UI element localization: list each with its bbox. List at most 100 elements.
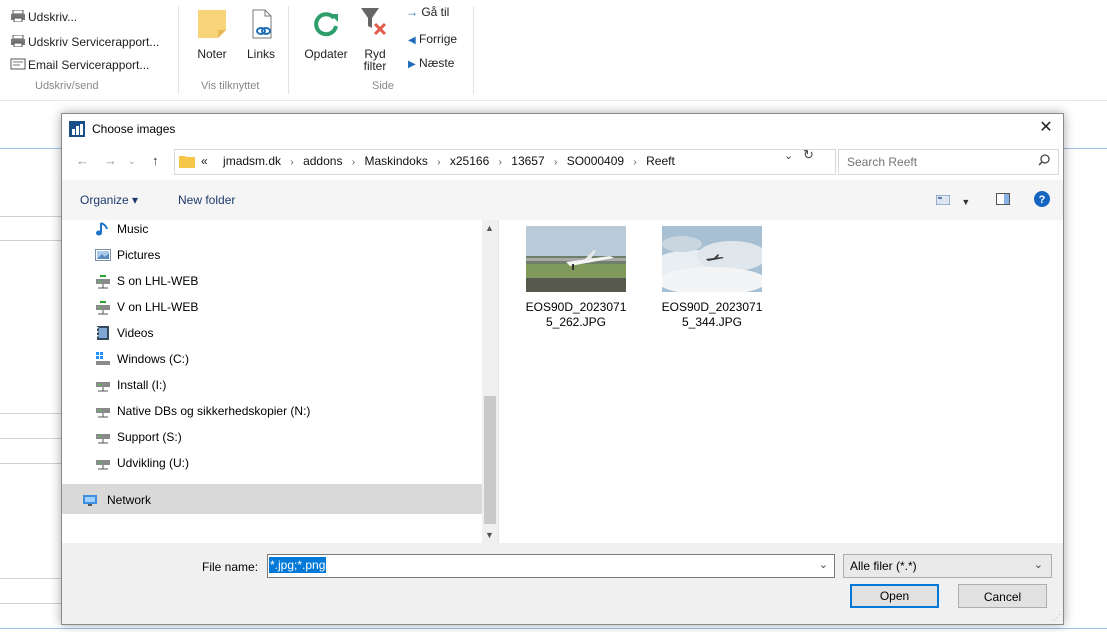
- links-label: Links: [246, 47, 275, 61]
- print-service-report-label: Udskriv Servicerapport...: [28, 35, 160, 49]
- tree-item-label: Install (I:): [117, 378, 167, 392]
- tree-item-native-dbs-n[interactable]: Native DBs og sikkerhedskopier (N:): [62, 398, 482, 424]
- tree-item-udvikling-u[interactable]: Udvikling (U:): [62, 450, 482, 476]
- resize-grip-icon[interactable]: ⋰: [1053, 613, 1061, 622]
- address-dropdown-button[interactable]: ⌄: [784, 149, 793, 162]
- notes-button[interactable]: Noter: [192, 8, 232, 60]
- change-view-button[interactable]: ▼: [935, 194, 971, 208]
- scroll-down-icon[interactable]: ▼: [485, 530, 494, 540]
- triangle-right-icon: ▶: [408, 59, 416, 70]
- preview-pane-button[interactable]: [996, 193, 1010, 208]
- search-input[interactable]: [845, 154, 1029, 170]
- tree-item-s-drive[interactable]: S on LHL-WEB: [62, 268, 482, 294]
- file-type-select[interactable]: Alle filer (*.*) ⌄: [843, 554, 1052, 578]
- breadcrumb: « jmadsm.dk › addons › Maskindoks › x251…: [201, 154, 675, 168]
- view-icon: [935, 194, 951, 206]
- chevron-right-icon: ›: [437, 157, 441, 168]
- new-folder-button[interactable]: New folder: [178, 193, 235, 207]
- title-bar: Choose images ✕: [62, 114, 1063, 144]
- breadcrumb-item[interactable]: jmadsm.dk: [223, 154, 281, 168]
- ribbon-separator: [288, 6, 289, 94]
- organize-button[interactable]: Organize ▾: [80, 193, 138, 207]
- tree-item-support-s[interactable]: Support (S:): [62, 424, 482, 450]
- network-icon: [83, 495, 97, 506]
- tree-scrollbar[interactable]: ▲ ▼: [482, 220, 498, 543]
- breadcrumb-item[interactable]: SO000409: [567, 154, 624, 168]
- breadcrumb-item[interactable]: Reeft: [646, 154, 675, 168]
- breadcrumb-item[interactable]: 13657: [511, 154, 544, 168]
- scroll-up-icon[interactable]: ▲: [485, 223, 494, 233]
- cancel-button[interactable]: Cancel: [958, 584, 1047, 608]
- tree-item-v-drive[interactable]: V on LHL-WEB: [62, 294, 482, 320]
- refresh-button[interactable]: Opdater: [300, 8, 352, 60]
- tree-item-music[interactable]: Music: [62, 220, 482, 242]
- file-name: EOS90D_20230715_344.JPG: [661, 300, 763, 329]
- dialog-footer: File name: *.jpg;*.png ⌄ Alle filer (*.*…: [62, 543, 1063, 624]
- refresh-icon: [314, 12, 338, 37]
- goto-button[interactable]: → Gå til: [406, 5, 449, 19]
- svg-text:?: ?: [1039, 194, 1046, 206]
- address-bar[interactable]: « jmadsm.dk › addons › Maskindoks › x251…: [174, 149, 836, 175]
- chevron-right-icon: ›: [554, 157, 558, 168]
- navigation-pane: Music Pictures S on LHL-WEB V on LHL-WEB…: [62, 220, 498, 543]
- up-button[interactable]: ↑: [152, 153, 159, 168]
- background-field-line: [0, 413, 62, 414]
- search-box[interactable]: [838, 149, 1059, 175]
- scrollbar-thumb[interactable]: [484, 396, 496, 524]
- background-field-line: [0, 463, 62, 464]
- close-button[interactable]: ✕: [1035, 117, 1057, 139]
- ribbon-separator: [473, 6, 474, 94]
- file-item[interactable]: EOS90D_20230715_344.JPG: [660, 226, 764, 330]
- file-type-value: Alle filer (*.*): [850, 559, 917, 573]
- ribbon-separator: [178, 6, 179, 94]
- print-button[interactable]: Udskriv...: [10, 10, 77, 24]
- open-button[interactable]: Open: [850, 584, 939, 608]
- ribbon-bottom-border: [0, 100, 1107, 101]
- command-bar: Organize ▾ New folder ▼ ?: [62, 180, 1063, 221]
- previous-button[interactable]: ◀ Forrige: [408, 32, 457, 46]
- clear-filter-label-2: filter: [363, 59, 387, 73]
- next-label: Næste: [419, 56, 455, 70]
- back-button[interactable]: ←: [76, 153, 89, 168]
- breadcrumb-item[interactable]: addons: [303, 154, 342, 168]
- tree-item-windows-c[interactable]: Windows (C:): [62, 346, 482, 372]
- forward-button[interactable]: →: [104, 153, 117, 168]
- next-button[interactable]: ▶ Næste: [408, 56, 454, 70]
- tree-item-network[interactable]: Network: [62, 484, 482, 514]
- arrow-right-icon: →: [406, 5, 418, 19]
- email-service-report-button[interactable]: Email Servicerapport...: [10, 58, 149, 72]
- print-service-report-button[interactable]: Udskriv Servicerapport...: [10, 35, 159, 49]
- breadcrumb-item[interactable]: x25166: [450, 154, 489, 168]
- file-name-value[interactable]: *.jpg;*.png: [269, 557, 327, 573]
- refresh-address-button[interactable]: ↻: [803, 147, 814, 163]
- tree-item-label: Support (S:): [117, 430, 182, 444]
- chevron-down-icon[interactable]: ⌄: [819, 558, 828, 571]
- arrow-right-icon: →: [104, 153, 117, 168]
- tree-item-pictures[interactable]: Pictures: [62, 242, 482, 268]
- recent-locations-button[interactable]: ⌄: [128, 156, 136, 167]
- file-name-field[interactable]: *.jpg;*.png ⌄: [267, 554, 835, 578]
- background-field-line: [0, 603, 62, 604]
- network-drive-icon: [96, 275, 110, 289]
- chevron-down-icon: ⌄: [128, 156, 136, 166]
- ribbon: Udskriv... Udskriv Servicerapport... Ema…: [0, 0, 1107, 100]
- breadcrumb-overflow[interactable]: «: [201, 154, 208, 168]
- tree-item-label: Pictures: [117, 248, 161, 262]
- tree-item-label: V on LHL-WEB: [117, 300, 199, 314]
- help-button[interactable]: ?: [1034, 191, 1050, 210]
- tree-item-install-i[interactable]: Install (I:): [62, 372, 482, 398]
- goto-label: Gå til: [421, 5, 450, 19]
- clear-filter-button[interactable]: Ryd filter: [358, 6, 392, 72]
- file-name-label: File name:: [202, 560, 259, 574]
- file-name: EOS90D_20230715_262.JPG: [525, 300, 627, 329]
- breadcrumb-item[interactable]: Maskindoks: [364, 154, 427, 168]
- refresh-label: Opdater: [304, 47, 348, 61]
- file-item[interactable]: EOS90D_20230715_262.JPG: [524, 226, 628, 330]
- chevron-down-icon: ▼: [961, 197, 971, 207]
- tree-item-label: Windows (C:): [117, 352, 190, 366]
- pictures-icon: [95, 249, 111, 261]
- music-icon: [96, 222, 108, 236]
- email-service-report-label: Email Servicerapport...: [28, 58, 150, 72]
- links-button[interactable]: Links: [241, 8, 281, 60]
- tree-item-videos[interactable]: Videos: [62, 320, 482, 346]
